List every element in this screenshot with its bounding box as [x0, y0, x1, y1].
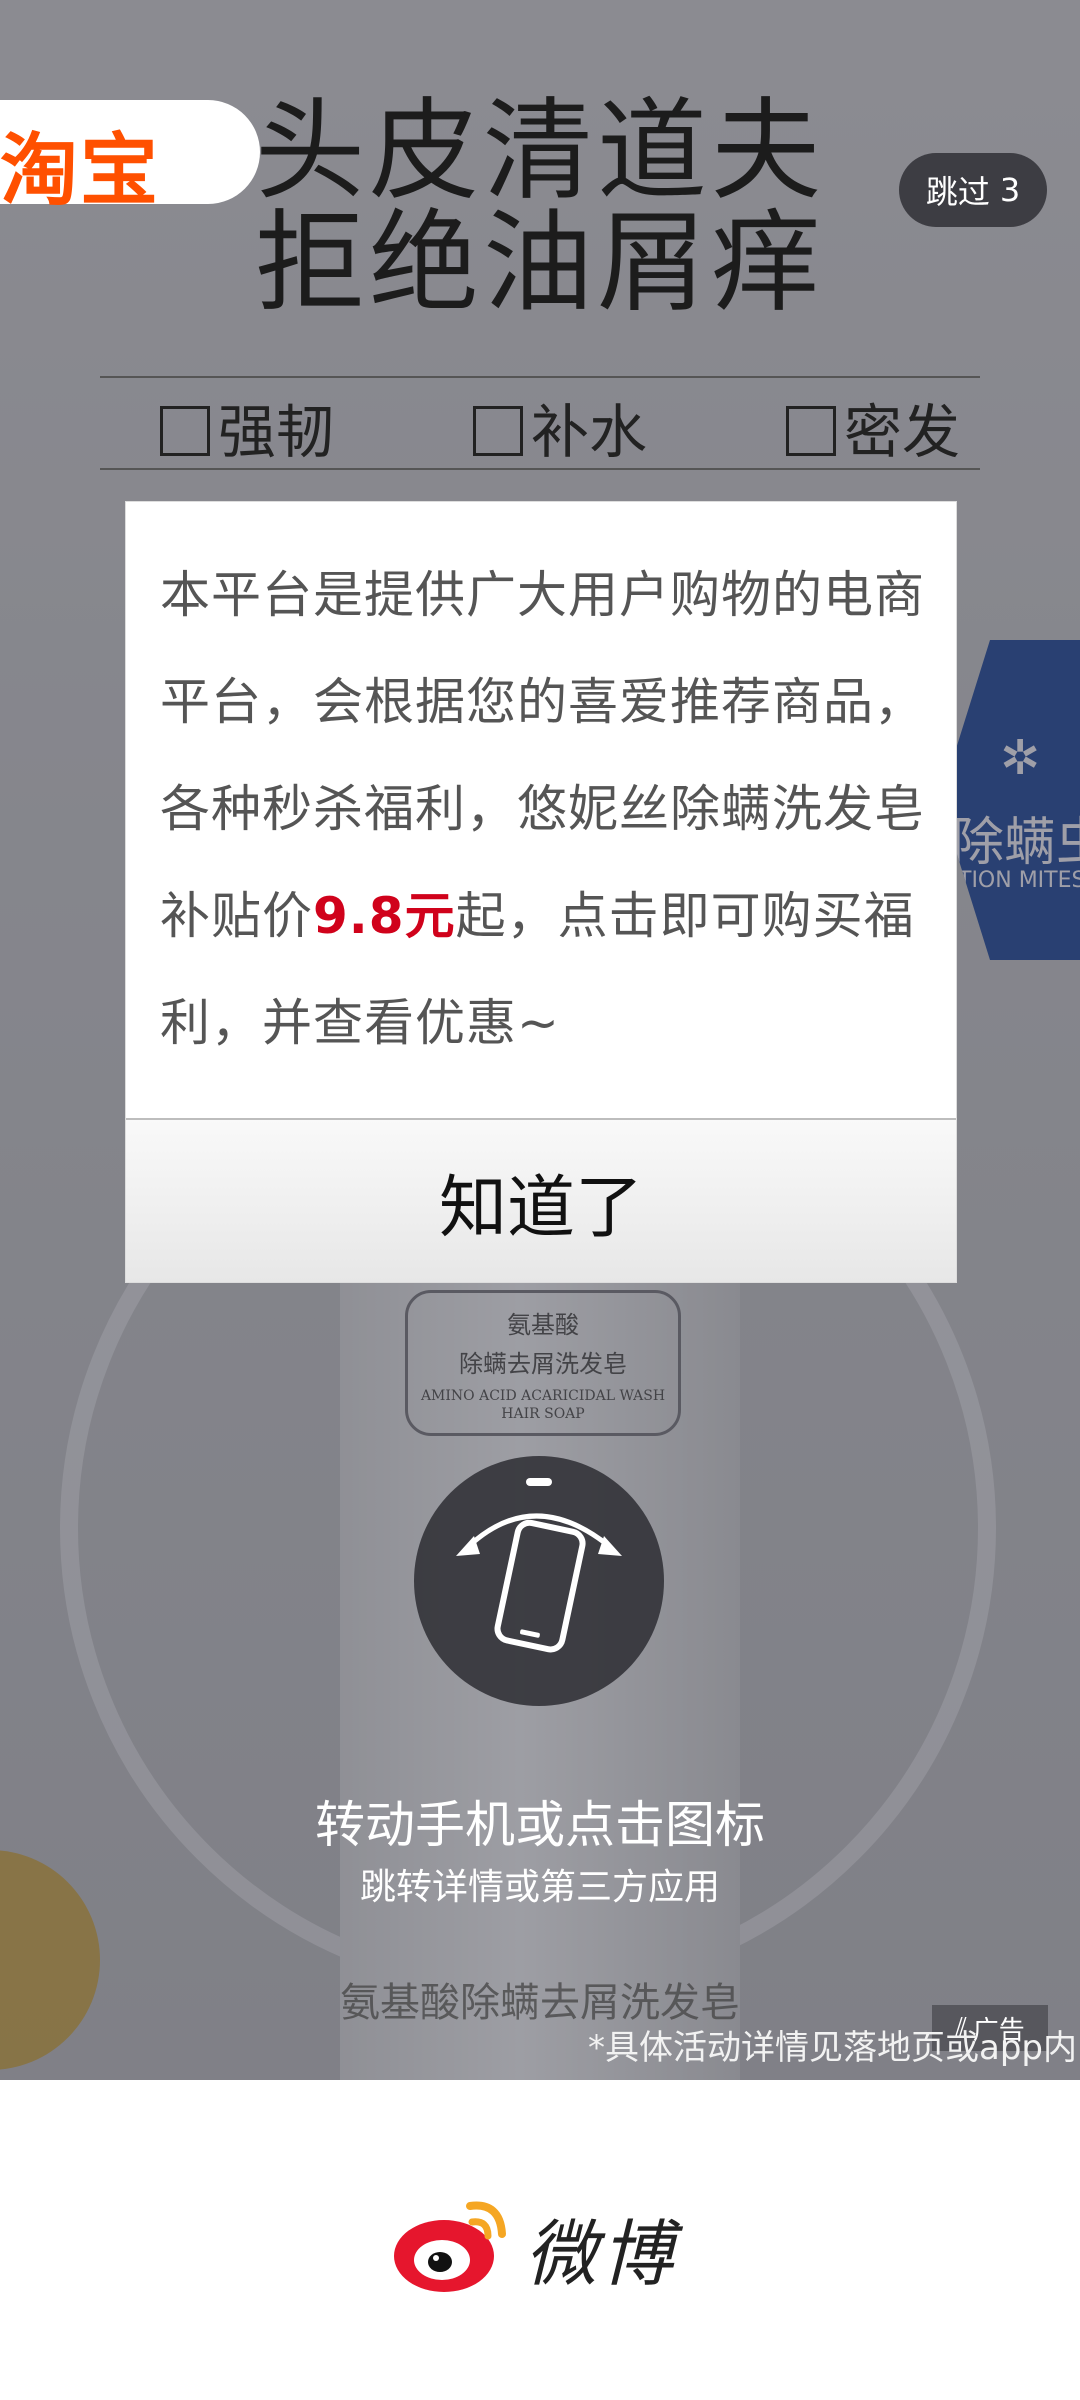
- weibo-brand-footer: 微博: [0, 2080, 1080, 2400]
- feature-item: 强韧: [160, 385, 334, 469]
- weibo-logo-icon: [394, 2201, 506, 2292]
- rotate-phone-icon: [456, 1478, 622, 1653]
- feature-divider-bottom: [100, 468, 980, 470]
- headline-line2: 拒绝油屑痒: [255, 199, 825, 327]
- ad-headline: 头皮清道夫 拒绝油屑痒: [255, 95, 835, 319]
- skip-countdown: 3: [999, 171, 1021, 209]
- feature-item: 密发: [785, 385, 960, 469]
- rotate-phone-button[interactable]: [414, 1456, 664, 1706]
- taobao-logo: 淘宝: [0, 126, 161, 216]
- skip-label: 跳过: [925, 173, 990, 211]
- headline-line1: 头皮清道夫: [255, 87, 825, 215]
- skip-button[interactable]: 跳过 3: [899, 153, 1047, 227]
- feature-list: 强韧 补水 密发: [160, 385, 960, 469]
- got-it-button[interactable]: 知道了: [126, 1120, 956, 1282]
- checkbox-icon: [472, 406, 523, 456]
- dialog-message: 本平台是提供广大用户购物的电商平台，会根据您的喜爱推荐商品，各种秒杀福利，悠妮丝…: [160, 566, 925, 1052]
- checkbox-icon: [785, 406, 836, 456]
- feature-item: 补水: [472, 385, 647, 469]
- ad-disclaimer: *具体活动详情见落地页或app内: [588, 2028, 1077, 2068]
- splash-ad[interactable]: 氨基酸 除螨去屑洗发皂 AMINO ACID ACARICIDAL WASH H…: [0, 0, 1080, 2080]
- info-dialog: 本平台是提供广大用户购物的电商平台，会根据您的喜爱推荐商品，各种秒杀福利，悠妮丝…: [126, 502, 956, 1282]
- checkbox-icon: [160, 406, 210, 456]
- rotate-prompt-subtitle: 跳转详情或第三方应用: [359, 1867, 720, 1908]
- rotate-prompt-title: 转动手机或点击图标: [315, 1796, 765, 1854]
- weibo-brand-name: 微博: [525, 2212, 678, 2296]
- dialog-price: 9.8元: [313, 887, 456, 945]
- feature-divider-top: [100, 376, 980, 378]
